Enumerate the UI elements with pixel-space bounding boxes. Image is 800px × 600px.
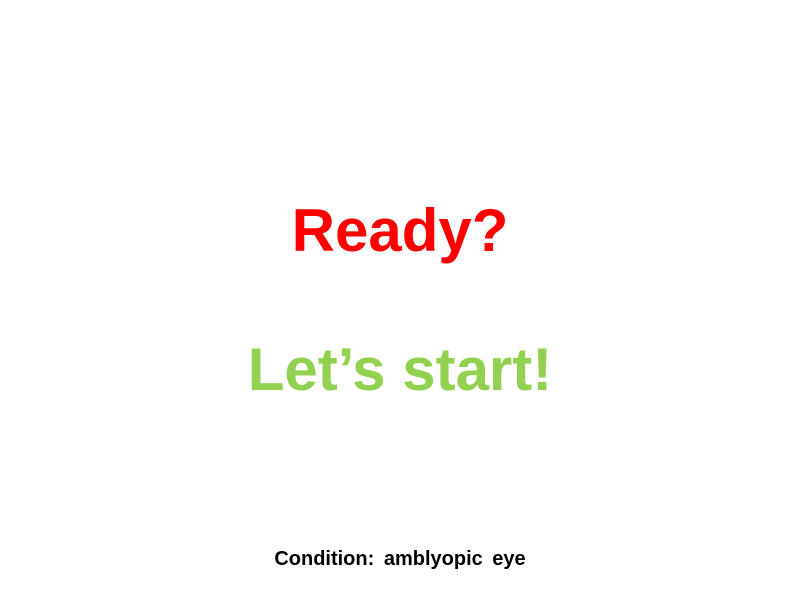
start-prompt: Let’s start! bbox=[247, 336, 553, 403]
condition-label: Condition: amblyopic eye bbox=[274, 548, 526, 570]
task-start-screen: Ready? Let’s start! Condition: amblyopic… bbox=[0, 0, 800, 600]
ready-prompt: Ready? bbox=[291, 197, 509, 264]
